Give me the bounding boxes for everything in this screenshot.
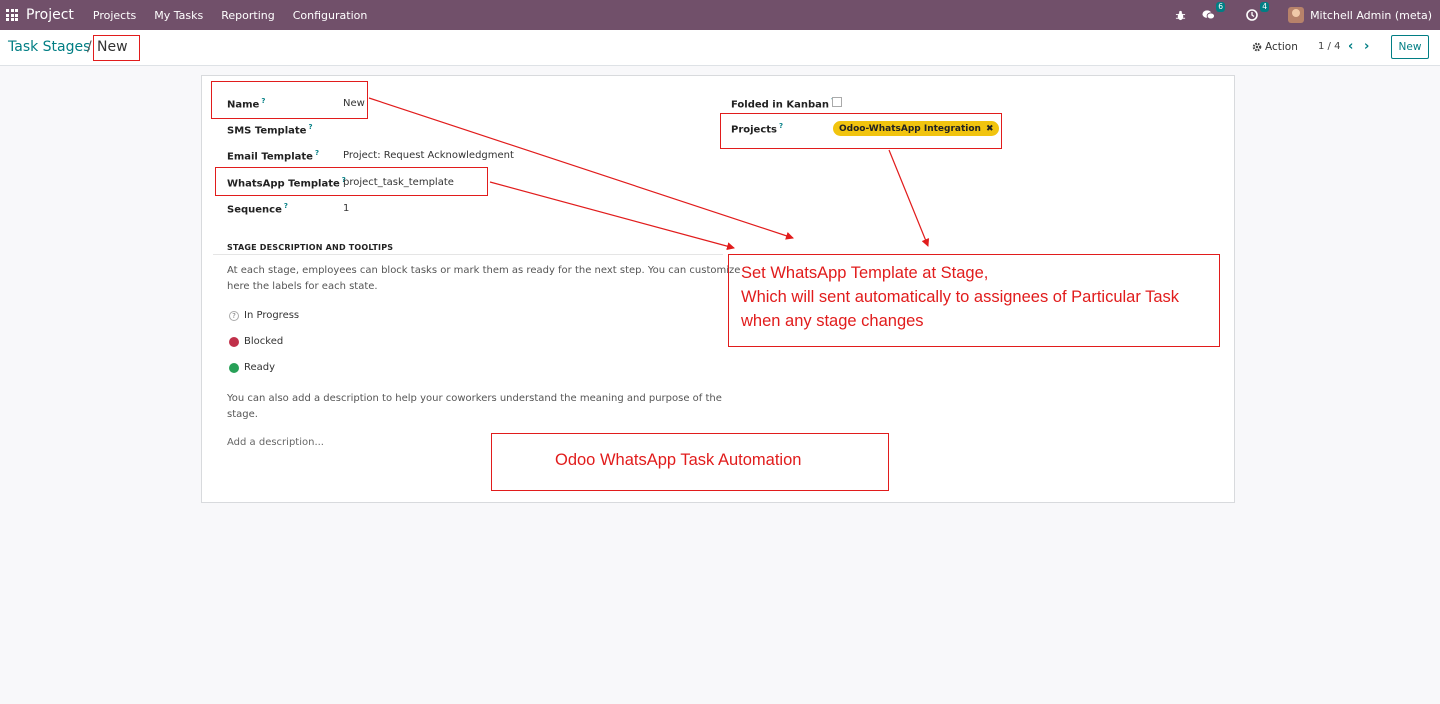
pager-next-icon[interactable]: ›	[1364, 39, 1369, 54]
user-avatar[interactable]	[1288, 7, 1305, 23]
highlight-breadcrumb-new	[93, 35, 140, 61]
debug-bug-icon[interactable]	[1172, 7, 1188, 23]
highlight-whatsapp-template	[215, 167, 488, 196]
state-in-progress-label[interactable]: In Progress	[244, 310, 299, 321]
help-icon[interactable]: ?	[315, 149, 319, 157]
help-icon[interactable]: ?	[308, 123, 312, 131]
email-template-label: Email Template?	[227, 149, 319, 163]
state-in-progress[interactable]: ? In Progress	[229, 310, 299, 321]
control-panel: Task Stages / New Action 1 / 4 ‹ › New	[0, 30, 1440, 66]
state-ready-label[interactable]: Ready	[244, 362, 275, 373]
blocked-status-icon	[229, 336, 239, 347]
description-field[interactable]: Add a description...	[227, 437, 324, 448]
highlight-projects	[720, 113, 1002, 149]
help-icon[interactable]: ?	[284, 202, 288, 210]
stage-description-help: You can also add a description to help y…	[227, 393, 722, 420]
pager-value[interactable]: 1 / 4	[1318, 41, 1340, 52]
messages-icon[interactable]: 6	[1200, 2, 1226, 23]
activities-count-badge: 4	[1260, 2, 1270, 12]
sequence-label: Sequence?	[227, 202, 288, 216]
folded-in-kanban-checkbox[interactable]	[832, 97, 842, 107]
menu-item-my-tasks[interactable]: My Tasks	[154, 9, 203, 22]
app-name[interactable]: Project	[26, 7, 74, 23]
gear-icon	[1252, 42, 1262, 52]
sequence-field[interactable]: 1	[343, 203, 349, 214]
email-template-field[interactable]: Project: Request Acknowledgment	[343, 150, 514, 161]
activities-clock-icon[interactable]: 4	[1244, 2, 1270, 23]
new-record-button[interactable]: New	[1391, 35, 1429, 59]
in-progress-status-icon: ?	[229, 310, 239, 321]
section-divider	[213, 254, 723, 255]
action-menu-button[interactable]: Action	[1252, 41, 1298, 53]
user-name[interactable]: Mitchell Admin (meta)	[1310, 9, 1432, 22]
highlight-name-field	[211, 81, 368, 119]
ready-status-icon	[229, 362, 239, 373]
top-navbar: Project Projects My Tasks Reporting Conf…	[0, 0, 1440, 30]
menu-item-configuration[interactable]: Configuration	[293, 9, 368, 22]
section-title: STAGE DESCRIPTION AND TOOLTIPS	[227, 243, 394, 252]
footer-label-text: Odoo WhatsApp Task Automation	[555, 451, 802, 469]
menu-item-projects[interactable]: Projects	[93, 9, 136, 22]
breadcrumb-separator: /	[87, 39, 92, 55]
sms-template-label: SMS Template?	[227, 123, 313, 137]
folded-in-kanban-label: Folded in Kanban?	[731, 97, 835, 110]
action-label: Action	[1265, 41, 1298, 53]
state-blocked-label[interactable]: Blocked	[244, 336, 283, 347]
apps-menu-icon[interactable]	[6, 9, 18, 21]
pager-previous-icon[interactable]: ‹	[1348, 39, 1353, 54]
callout-text: Set WhatsApp Template at Stage, Which wi…	[741, 264, 1180, 330]
menu-item-reporting[interactable]: Reporting	[221, 9, 274, 22]
breadcrumb-task-stages[interactable]: Task Stages	[8, 39, 90, 55]
state-ready[interactable]: Ready	[229, 362, 275, 373]
stage-intro-text: At each stage, employees can block tasks…	[227, 265, 741, 292]
messages-count-badge: 6	[1216, 2, 1226, 12]
state-blocked[interactable]: Blocked	[229, 336, 283, 347]
